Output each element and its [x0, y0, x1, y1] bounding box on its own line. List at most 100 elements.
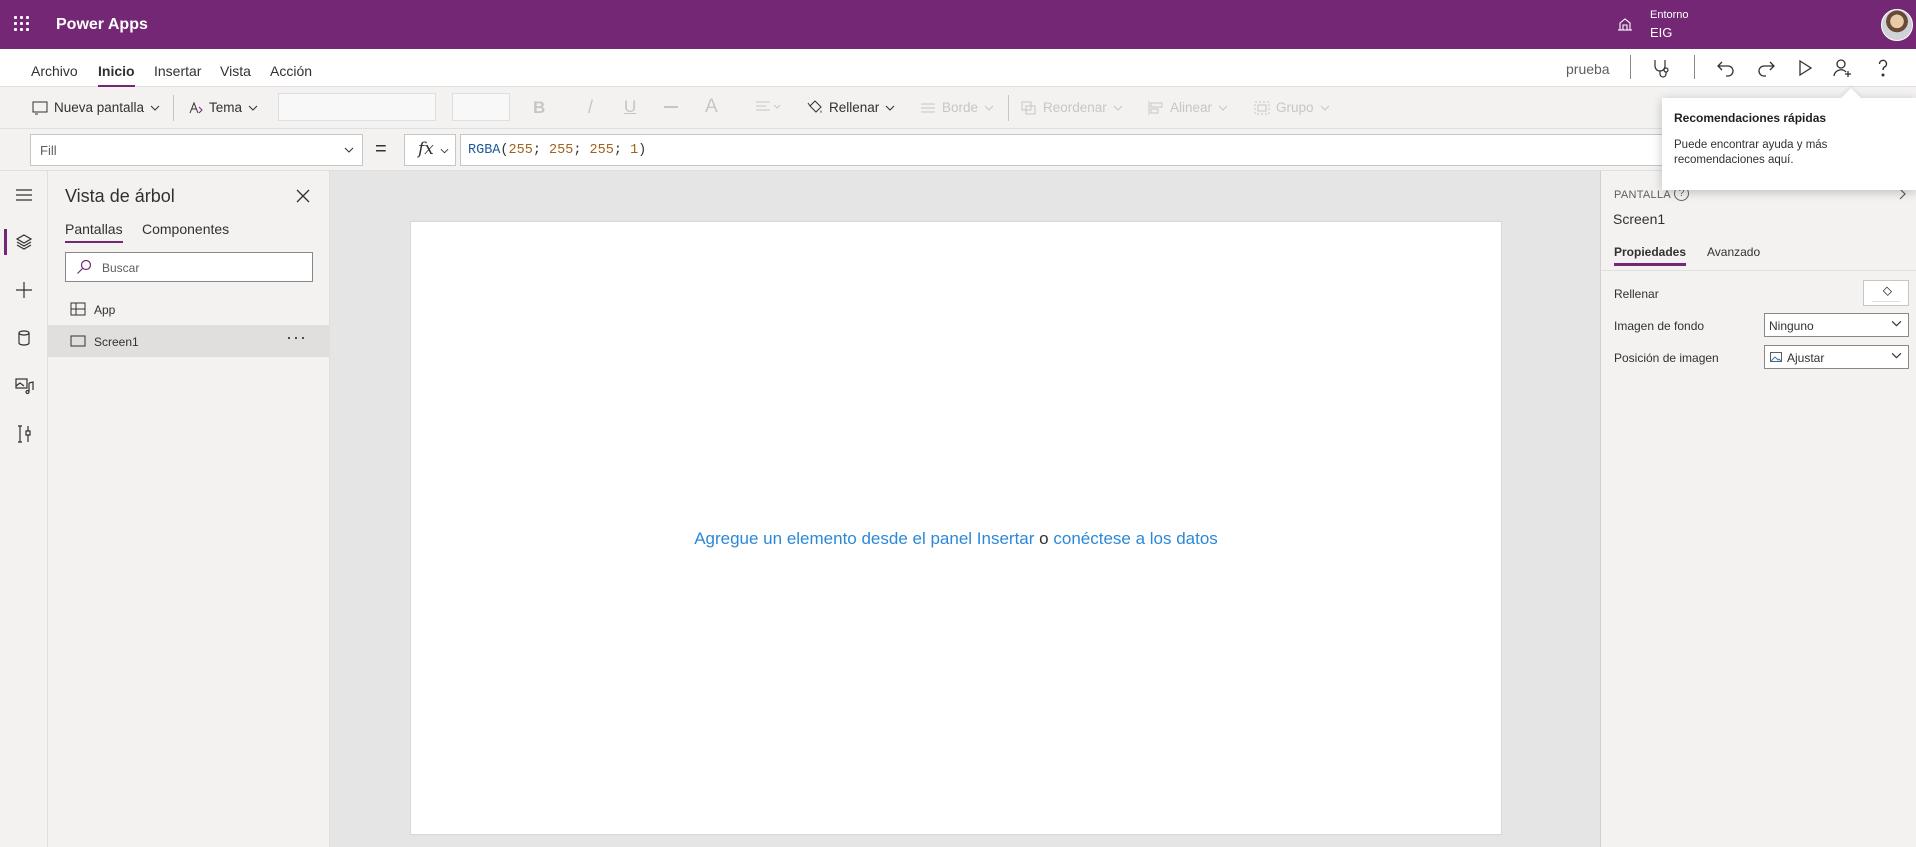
border-button[interactable]: Borde — [920, 100, 994, 115]
control-name: Screen1 — [1613, 211, 1666, 227]
control-type-label: PANTALLA — [1614, 189, 1672, 201]
tree-item-app[interactable]: App — [48, 293, 330, 325]
divider — [1630, 55, 1631, 79]
screen-icon — [70, 335, 86, 347]
fill-color-picker[interactable] — [1863, 280, 1909, 306]
user-avatar[interactable] — [1881, 9, 1913, 41]
menu-archivo[interactable]: Archivo — [31, 63, 78, 79]
formula-function: RGBA — [468, 143, 501, 158]
font-size-select[interactable] — [452, 93, 510, 121]
menu-accion[interactable]: Acción — [270, 63, 312, 79]
more-options-icon[interactable]: ··· — [286, 327, 307, 348]
divider — [1008, 95, 1009, 121]
data-cylinder-icon[interactable] — [12, 326, 36, 350]
share-user-icon[interactable] — [1831, 56, 1855, 80]
environment-icon[interactable] — [1617, 17, 1633, 33]
bold-button[interactable]: B — [533, 98, 545, 118]
group-icon — [1254, 101, 1270, 114]
bg-image-value: Ninguno — [1769, 319, 1814, 333]
border-icon — [921, 103, 935, 112]
close-icon[interactable] — [296, 189, 310, 203]
group-button[interactable]: Grupo — [1254, 100, 1330, 115]
italic-button[interactable]: / — [588, 97, 593, 118]
search-icon — [77, 259, 92, 274]
chevron-down-icon — [248, 105, 258, 111]
menu-bar: Archivo Inicio Insertar Vista Acción pru… — [0, 49, 1916, 88]
theme-label: Tema — [209, 100, 243, 115]
formula-bar: Fill = fx RGBA(255; 255; 255; 1) — [0, 129, 1916, 171]
tab-pantallas[interactable]: Pantallas — [65, 221, 123, 243]
text-align-button[interactable] — [755, 100, 781, 112]
chevron-down-icon — [885, 105, 895, 111]
chevron-down-icon — [1113, 105, 1123, 111]
advanced-tools-icon[interactable] — [12, 422, 36, 446]
tab-componentes[interactable]: Componentes — [142, 221, 229, 237]
menu-insertar[interactable]: Insertar — [154, 63, 201, 79]
screen-canvas[interactable]: Agregue un elemento desde el panel Inser… — [410, 221, 1502, 835]
app-header: Power Apps Entorno EIG — [0, 0, 1916, 49]
fx-button[interactable]: fx — [404, 134, 456, 166]
new-screen-button[interactable]: Nueva pantalla — [32, 100, 160, 115]
tree-item-screen1[interactable]: Screen1 ··· — [48, 325, 330, 357]
chevron-down-icon — [984, 105, 994, 111]
new-screen-icon — [32, 101, 48, 114]
menu-inicio[interactable]: Inicio — [98, 63, 135, 88]
property-select[interactable]: Fill — [30, 134, 363, 166]
chevron-down-icon — [344, 147, 354, 153]
bold-icon: B — [533, 98, 546, 117]
bg-image-dropdown[interactable]: Ninguno — [1764, 313, 1909, 337]
empty-canvas-message: Agregue un elemento desde el panel Inser… — [411, 529, 1501, 549]
play-icon[interactable] — [1793, 56, 1817, 80]
tree-item-label: Screen1 — [94, 335, 139, 349]
formula-arg: 255 — [508, 143, 533, 158]
chevron-down-icon — [1891, 352, 1902, 359]
menu-vista[interactable]: Vista — [220, 63, 251, 79]
connect-data-link[interactable]: conéctese a los datos — [1053, 529, 1217, 548]
undo-icon[interactable] — [1714, 56, 1738, 80]
theme-button[interactable]: Tema — [188, 100, 258, 115]
app-checker-icon[interactable] — [1650, 56, 1674, 80]
or-text: o — [1039, 529, 1049, 548]
app-icon — [70, 302, 86, 316]
redo-icon[interactable] — [1754, 56, 1778, 80]
align-button[interactable]: Alinear — [1148, 100, 1228, 115]
border-label: Borde — [942, 100, 979, 115]
canvas-workspace: Agregue un elemento desde el panel Inser… — [330, 171, 1600, 847]
underline-button[interactable]: U — [624, 97, 636, 117]
media-icon[interactable] — [12, 374, 36, 398]
font-color-icon: A — [705, 96, 718, 117]
hamburger-menu-icon[interactable] — [12, 183, 36, 207]
tree-search-input[interactable]: Buscar — [65, 252, 313, 282]
insert-panel-link[interactable]: Agregue un elemento desde el panel Inser… — [694, 529, 1034, 548]
app-launcher-icon[interactable] — [14, 16, 32, 34]
property-value: Fill — [40, 143, 57, 158]
font-color-button[interactable]: A — [705, 96, 718, 118]
font-family-select[interactable] — [278, 93, 436, 121]
environment-value[interactable]: EIG — [1650, 25, 1672, 40]
tab-avanzado[interactable]: Avanzado — [1707, 245, 1760, 259]
quick-tips-callout: Recomendaciones rápidas Puede encontrar … — [1662, 98, 1916, 190]
reorder-button[interactable]: Reordenar — [1021, 100, 1123, 115]
help-icon[interactable] — [1871, 56, 1895, 80]
fill-label: Rellenar — [829, 100, 880, 115]
fill-button[interactable]: Rellenar — [807, 100, 895, 115]
image-position-dropdown[interactable]: Ajustar — [1764, 345, 1909, 369]
divider — [1694, 55, 1695, 79]
group-label: Grupo — [1276, 100, 1314, 115]
align-icon — [1148, 100, 1163, 115]
formula-arg: 255 — [549, 143, 574, 158]
align-label: Alinear — [1170, 100, 1213, 115]
divider — [1601, 270, 1916, 271]
properties-panel: PANTALLA ? Screen1 Propiedades Avanzado … — [1600, 171, 1916, 847]
app-name[interactable]: prueba — [1566, 61, 1610, 77]
product-title: Power Apps — [56, 16, 148, 33]
insert-plus-icon[interactable] — [12, 278, 36, 302]
equals-sign: = — [375, 138, 387, 160]
strikethrough-button[interactable] — [663, 100, 679, 114]
chevron-down-icon — [1320, 105, 1329, 111]
callout-title: Recomendaciones rápidas — [1674, 111, 1827, 125]
tree-view-layers-icon[interactable] — [12, 230, 36, 254]
tab-propiedades[interactable]: Propiedades — [1614, 245, 1687, 266]
color-preview-bar — [1872, 301, 1900, 302]
text-align-icon — [756, 101, 781, 111]
